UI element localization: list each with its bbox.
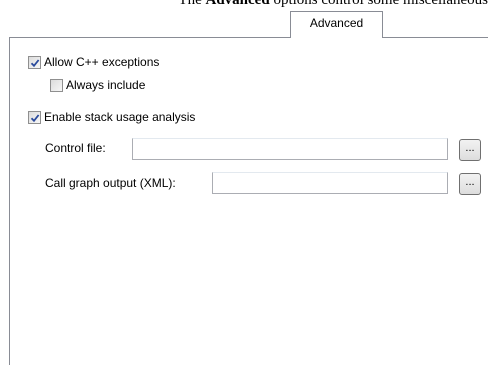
call-graph-output-input[interactable] — [212, 172, 448, 194]
control-file-input[interactable] — [132, 138, 448, 160]
allow-cpp-exceptions-label: Allow C++ exceptions — [44, 55, 160, 69]
call-graph-output-browse-button[interactable]: ... — [459, 173, 481, 195]
enable-stack-usage-option[interactable]: Enable stack usage analysis — [28, 109, 195, 125]
always-include-label: Always include — [66, 78, 146, 92]
caption-bold: Advanced — [205, 0, 270, 8]
tab-advanced[interactable]: Advanced — [290, 11, 383, 38]
caption-text: The Advanced options control some miscel… — [0, 0, 488, 8]
caption-prefix: The — [178, 0, 206, 8]
allow-cpp-exceptions-option[interactable]: Allow C++ exceptions — [28, 54, 159, 70]
always-include-checkbox[interactable] — [50, 78, 63, 92]
always-include-option[interactable]: Always include — [50, 77, 145, 93]
control-file-label: Control file: — [45, 141, 106, 155]
enable-stack-usage-checkbox[interactable] — [28, 110, 41, 124]
tab-advanced-label: Advanced — [309, 16, 364, 30]
call-graph-output-label: Call graph output (XML): — [45, 176, 176, 190]
check-mark-icon — [30, 113, 40, 122]
allow-cpp-exceptions-checkbox[interactable] — [28, 55, 41, 69]
control-file-browse-button[interactable]: ... — [459, 139, 481, 161]
check-mark-icon — [30, 58, 40, 67]
caption-suffix: options control some miscellaneous — [269, 0, 488, 8]
enable-stack-usage-label: Enable stack usage analysis — [44, 110, 196, 124]
